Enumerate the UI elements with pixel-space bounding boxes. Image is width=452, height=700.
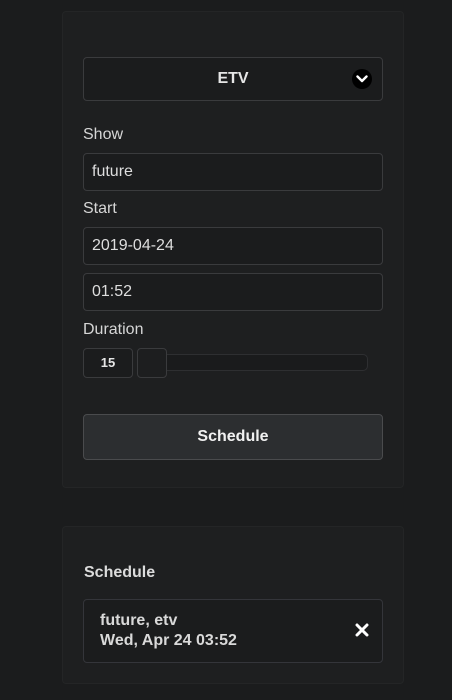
station-select-value: ETV (217, 70, 249, 87)
start-time-input[interactable]: 01:52 (83, 273, 383, 311)
schedule-form-card: ETV Show future Start 2019-04-24 01:52 D… (62, 11, 404, 488)
station-select[interactable]: ETV (83, 57, 383, 101)
schedule-item-show: future, etv (100, 612, 178, 629)
chevron-down-icon[interactable] (352, 69, 372, 89)
duration-slider-thumb[interactable] (137, 348, 167, 378)
schedule-title: Schedule (84, 564, 156, 581)
schedule-item: future, etv Wed, Apr 24 03:52 (83, 599, 383, 663)
schedule-button[interactable]: Schedule (83, 414, 383, 460)
close-icon[interactable] (354, 622, 370, 638)
duration-value[interactable]: 15 (83, 348, 133, 378)
show-input[interactable]: future (83, 153, 383, 191)
duration-slider-track[interactable] (137, 354, 368, 371)
show-label: Show (83, 126, 124, 143)
start-date-input[interactable]: 2019-04-24 (83, 227, 383, 265)
schedule-list-card: Schedule future, etv Wed, Apr 24 03:52 (62, 526, 404, 684)
start-label: Start (83, 200, 117, 217)
schedule-item-time: Wed, Apr 24 03:52 (100, 632, 237, 649)
duration-label: Duration (83, 321, 144, 338)
